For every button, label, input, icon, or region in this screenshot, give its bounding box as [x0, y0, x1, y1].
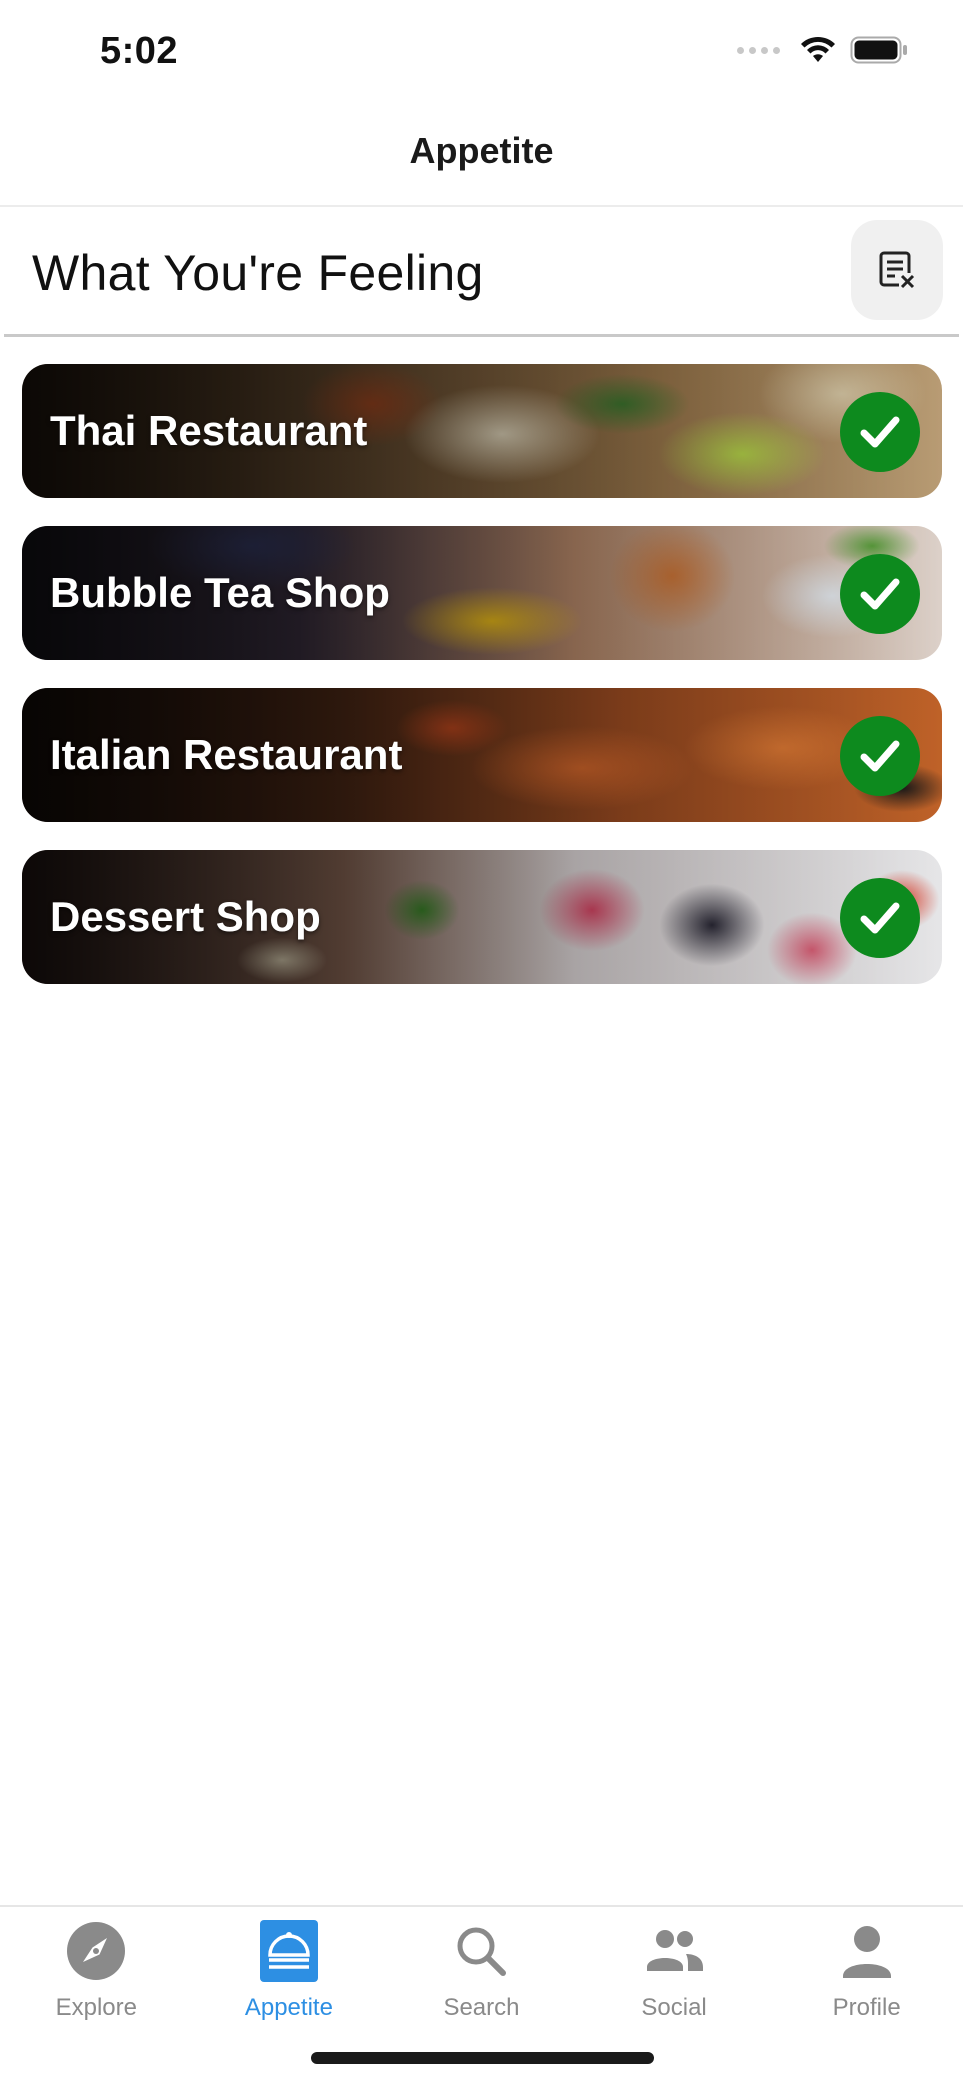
card-label: Dessert Shop	[50, 893, 321, 940]
tab-label: Search	[443, 1994, 520, 2021]
category-card-dessert-shop[interactable]: Dessert Shop	[22, 850, 942, 984]
card-label: Bubble Tea Shop	[50, 569, 390, 616]
battery-icon	[850, 36, 907, 64]
clear-selection-button[interactable]	[851, 220, 943, 320]
page-title: Appetite	[409, 130, 554, 171]
tab-label: Appetite	[244, 1994, 333, 2021]
checkmark-icon[interactable]	[840, 878, 920, 958]
cloche-icon	[256, 1918, 322, 1984]
status-time: 5:02	[100, 30, 179, 72]
tab-social[interactable]: Social	[578, 1908, 771, 2028]
card-label: Thai Restaurant	[50, 407, 368, 454]
magnifier-icon	[448, 1918, 514, 1984]
category-card-bubble-tea-shop[interactable]: Bubble Tea Shop	[22, 526, 942, 660]
section-header: What You're Feeling	[0, 212, 963, 336]
checkmark-icon[interactable]	[840, 392, 920, 472]
category-list: Thai Restaurant Bubble Tea Shop Italian …	[22, 364, 942, 1012]
checkmark-icon[interactable]	[840, 554, 920, 634]
tab-explore[interactable]: Explore	[0, 1908, 193, 2028]
checkmark-icon[interactable]	[840, 716, 920, 796]
tab-search[interactable]: Search	[385, 1908, 578, 2028]
tab-label: Social	[641, 1994, 707, 2021]
status-bar: 5:02	[0, 0, 963, 100]
tab-appetite[interactable]: Appetite	[193, 1908, 386, 2028]
home-indicator[interactable]	[311, 2052, 654, 2064]
nav-divider	[0, 205, 963, 207]
tab-profile[interactable]: Profile	[770, 1908, 963, 2028]
tab-bar: Explore Appetite Search Social Profile	[0, 1908, 963, 2028]
people-icon	[641, 1918, 707, 1984]
tab-label: Profile	[832, 1994, 901, 2021]
compass-icon	[63, 1918, 129, 1984]
person-icon	[834, 1918, 900, 1984]
signal-dots-icon	[737, 46, 780, 54]
section-divider	[4, 334, 959, 337]
category-card-italian-restaurant[interactable]: Italian Restaurant	[22, 688, 942, 822]
tab-bar-divider	[0, 1905, 963, 1907]
card-label: Italian Restaurant	[50, 731, 403, 778]
wifi-icon	[801, 36, 835, 62]
section-title: What You're Feeling	[32, 245, 484, 301]
category-card-thai-restaurant[interactable]: Thai Restaurant	[22, 364, 942, 498]
clear-list-icon	[879, 251, 915, 289]
tab-label: Explore	[55, 1994, 137, 2021]
status-icons	[737, 36, 908, 64]
